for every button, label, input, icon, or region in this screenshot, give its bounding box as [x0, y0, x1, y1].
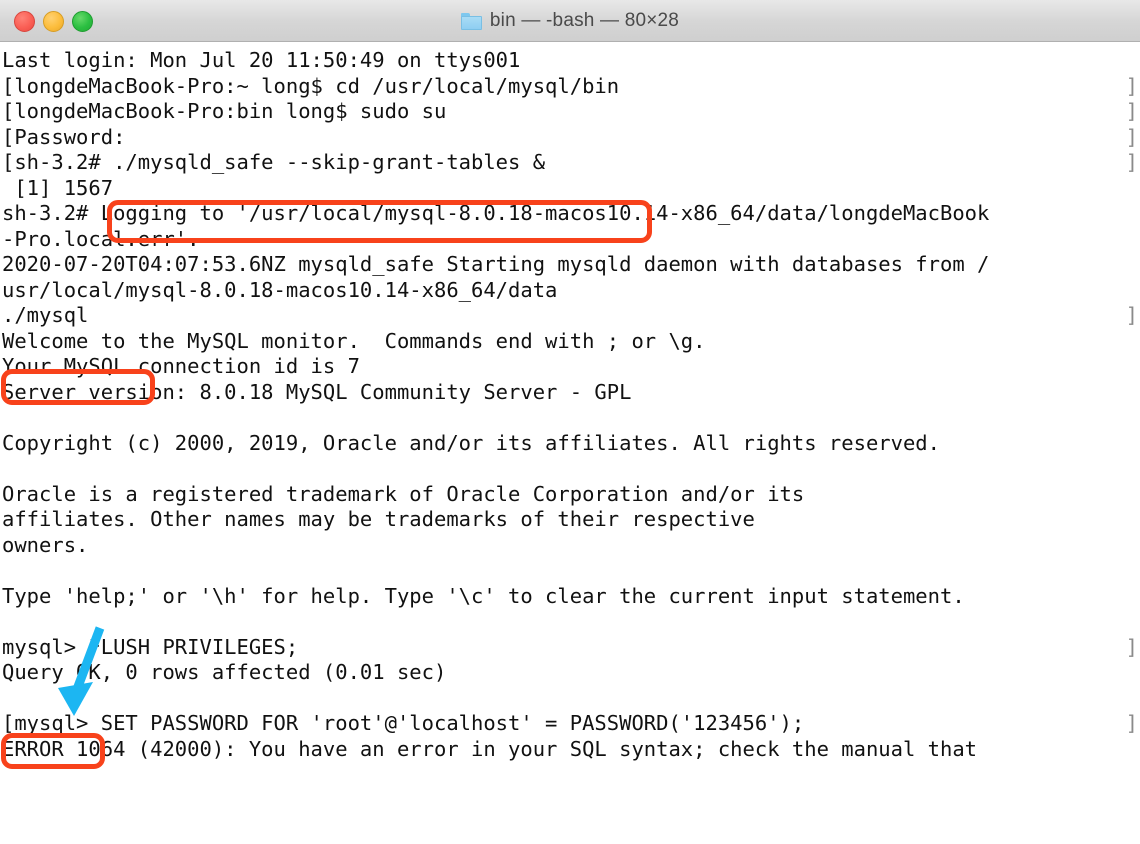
maximize-button[interactable] — [72, 10, 93, 32]
terminal-line: sh-3.2# Logging to '/usr/local/mysql-8.0… — [2, 201, 990, 225]
terminal-line: Last login: Mon Jul 20 11:50:49 on ttys0… — [2, 48, 521, 72]
terminal-line: ERROR 1064 (42000): You have an error in… — [2, 736, 978, 761]
terminal-line: [Password: — [0, 125, 1140, 151]
terminal-line: [sh-3.2# ./mysqld_safe --skip-grant-tabl… — [0, 150, 1140, 176]
window-title: bin — -bash — 80×28 — [489, 10, 680, 31]
terminal-window: bin — -bash — 80×28 Last login: Mon Jul … — [0, 0, 1140, 844]
terminal-line: 2020-07-20T04:07:53.6NZ mysqld_safe Star… — [2, 252, 990, 276]
window-title-group: bin — -bash — 80×28 — [0, 0, 1140, 42]
terminal-line: [1] 1567 — [2, 175, 114, 200]
terminal-line: [longdeMacBook-Pro:~ long$ cd /usr/local… — [0, 74, 1140, 100]
terminal-line: Server version: 8.0.18 MySQL Community S… — [2, 379, 632, 404]
terminal-line: mysql> FLUSH PRIVILEGES; — [0, 635, 1140, 661]
terminal-line: usr/local/mysql-8.0.18-macos10.14-x86_64… — [2, 277, 558, 302]
terminal-line: affiliates. Other names may be trademark… — [2, 507, 755, 531]
terminal-line: [mysql> SET PASSWORD FOR 'root'@'localho… — [0, 711, 1140, 737]
terminal-line: owners. — [2, 532, 89, 557]
terminal-output[interactable]: Last login: Mon Jul 20 11:50:49 on ttys0… — [0, 42, 1140, 762]
terminal-line: Query OK, 0 rows affected (0.01 sec) — [2, 660, 447, 684]
terminal-line: Copyright (c) 2000, 2019, Oracle and/or … — [2, 430, 940, 455]
window-titlebar[interactable]: bin — -bash — 80×28 — [0, 0, 1140, 42]
close-button[interactable] — [14, 10, 35, 32]
terminal-line: ./mysql — [0, 303, 1140, 329]
terminal-line: Oracle is a registered trademark of Orac… — [2, 481, 805, 506]
folder-icon — [460, 12, 482, 30]
terminal-content-area[interactable]: Last login: Mon Jul 20 11:50:49 on ttys0… — [0, 42, 1140, 844]
terminal-line: -Pro.local.err'. — [2, 226, 200, 251]
terminal-line: Type 'help;' or '\h' for help. Type '\c'… — [2, 583, 965, 608]
terminal-line: [longdeMacBook-Pro:bin long$ sudo su — [0, 99, 1140, 125]
terminal-line: Your MySQL connection id is 7 — [2, 354, 360, 378]
terminal-line: Welcome to the MySQL monitor. Commands e… — [2, 328, 706, 353]
minimize-button[interactable] — [43, 10, 64, 32]
window-controls — [14, 0, 93, 42]
